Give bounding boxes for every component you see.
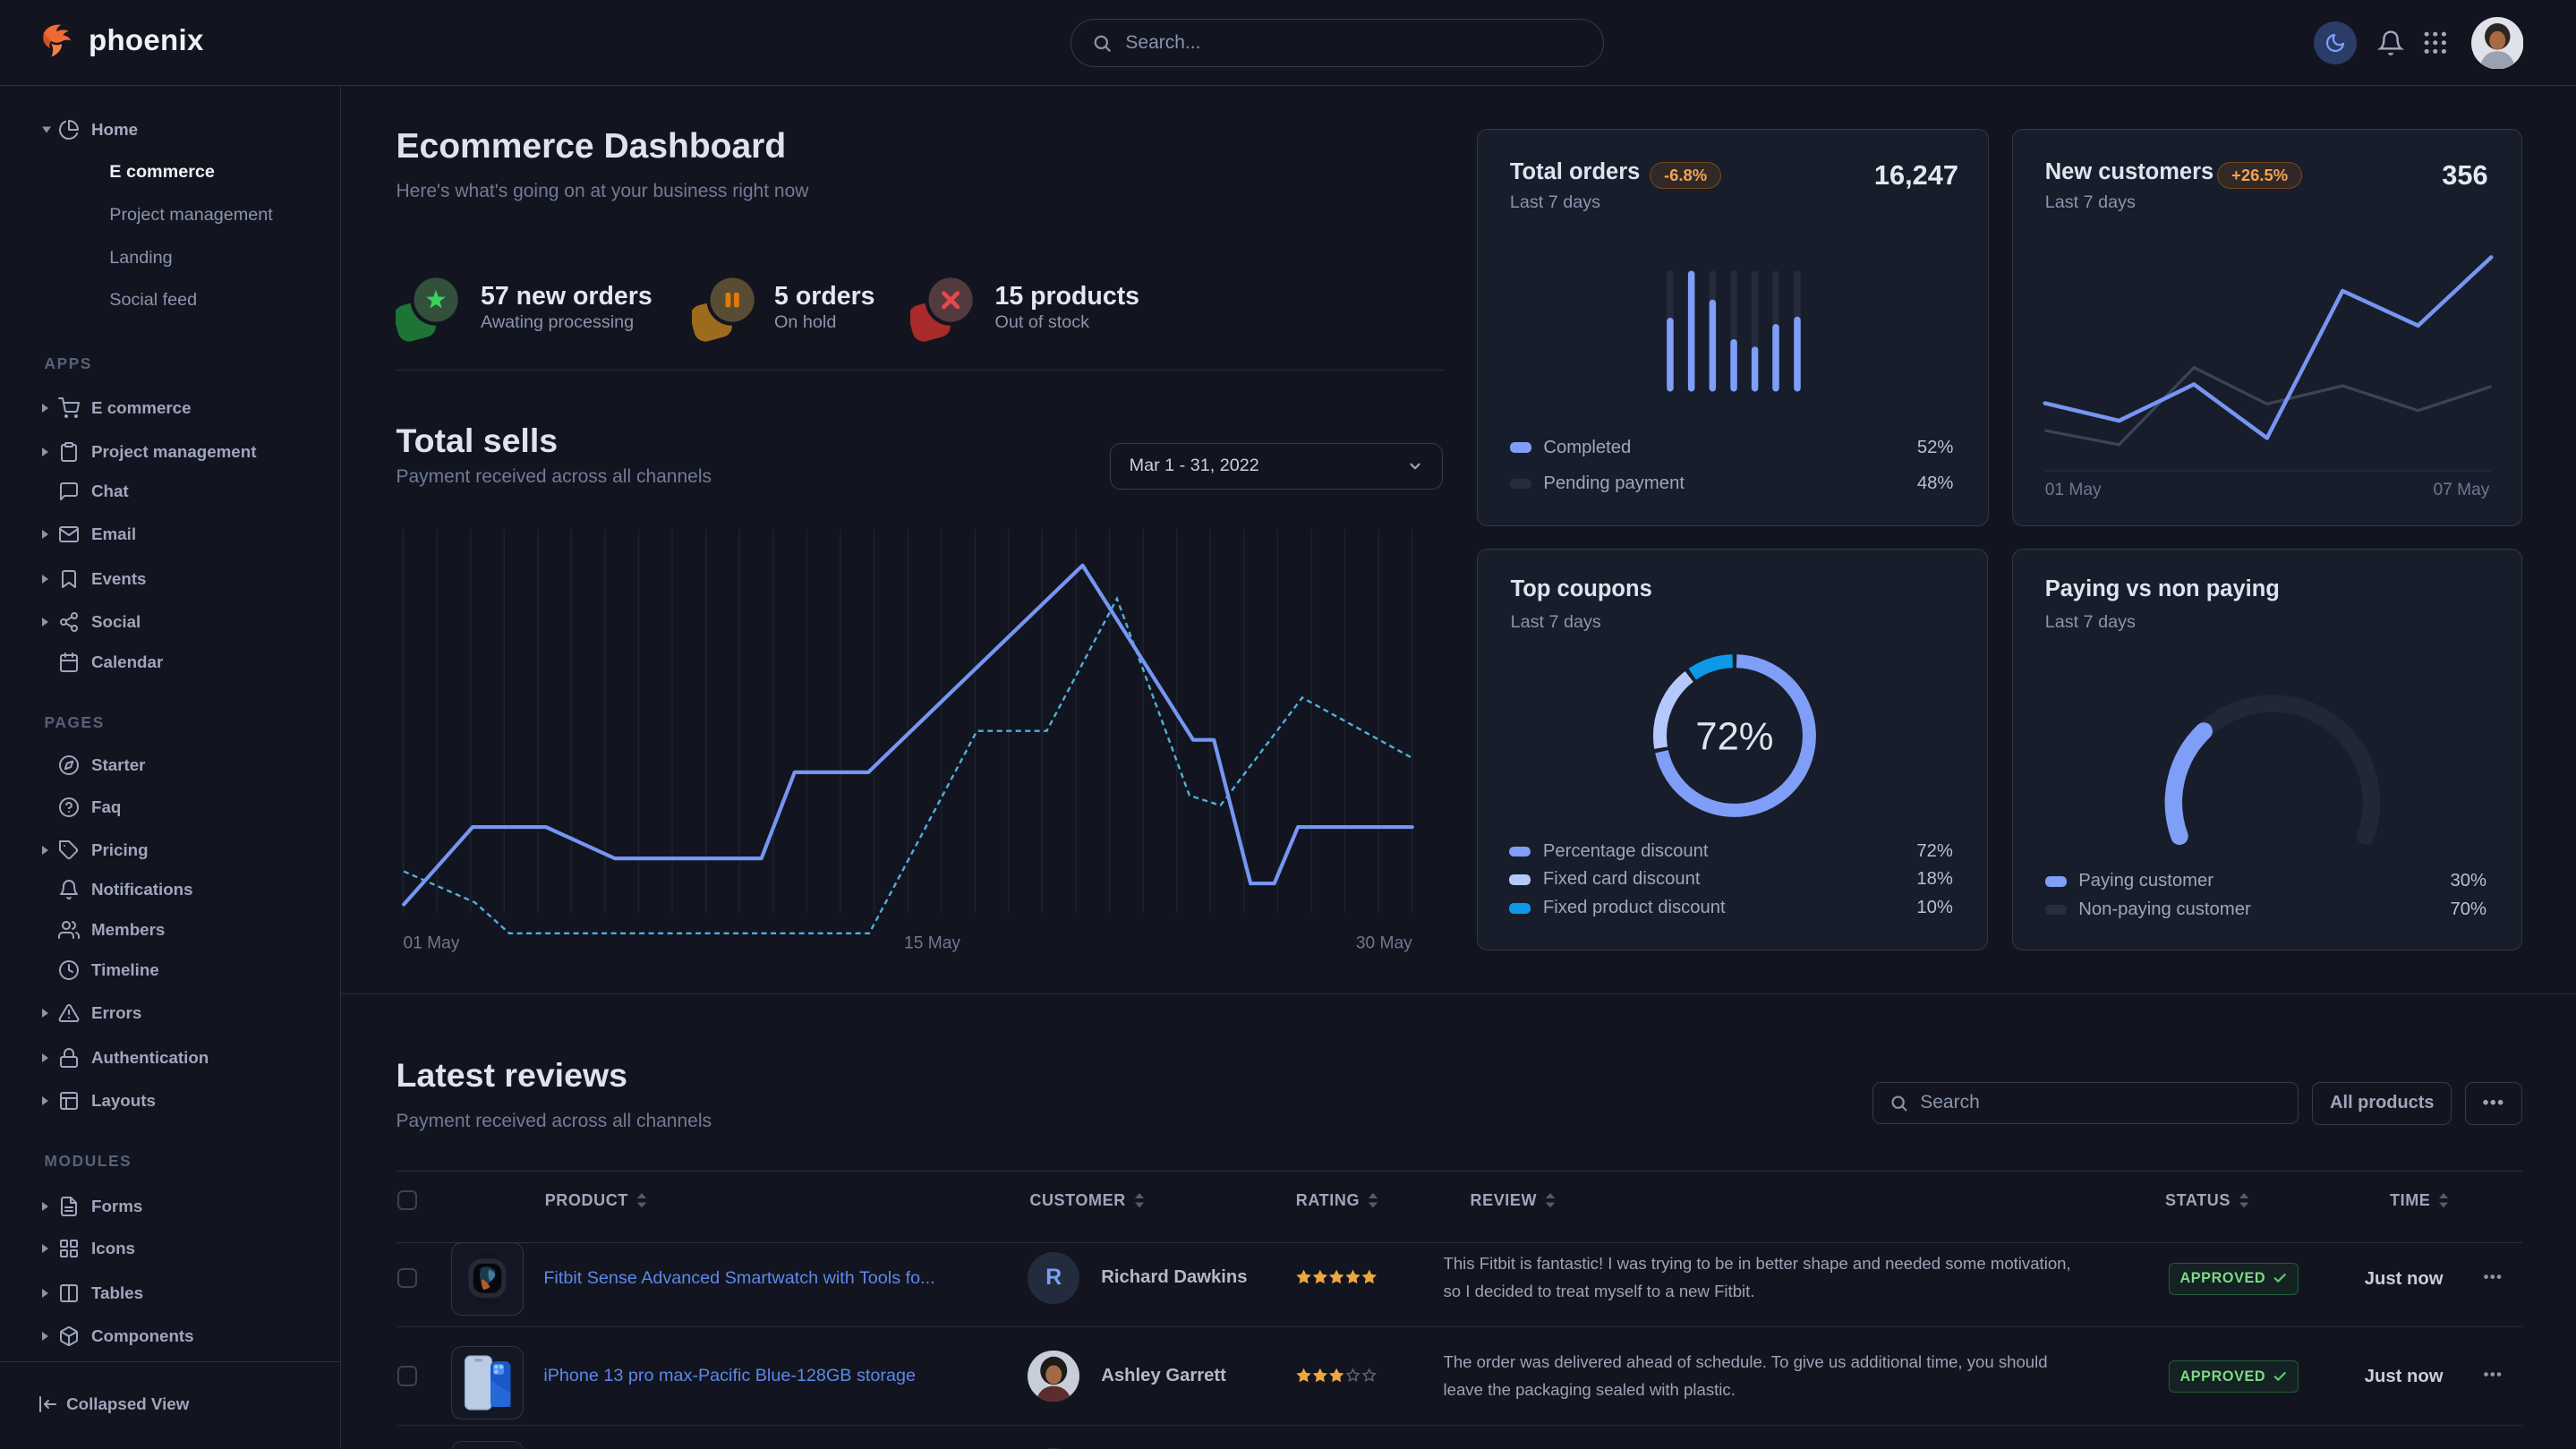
svg-text:72%: 72%	[1695, 716, 1773, 759]
svg-text:01 May: 01 May	[403, 933, 459, 952]
svg-text:30 May: 30 May	[1355, 933, 1412, 952]
svg-text:15 May: 15 May	[904, 933, 960, 952]
